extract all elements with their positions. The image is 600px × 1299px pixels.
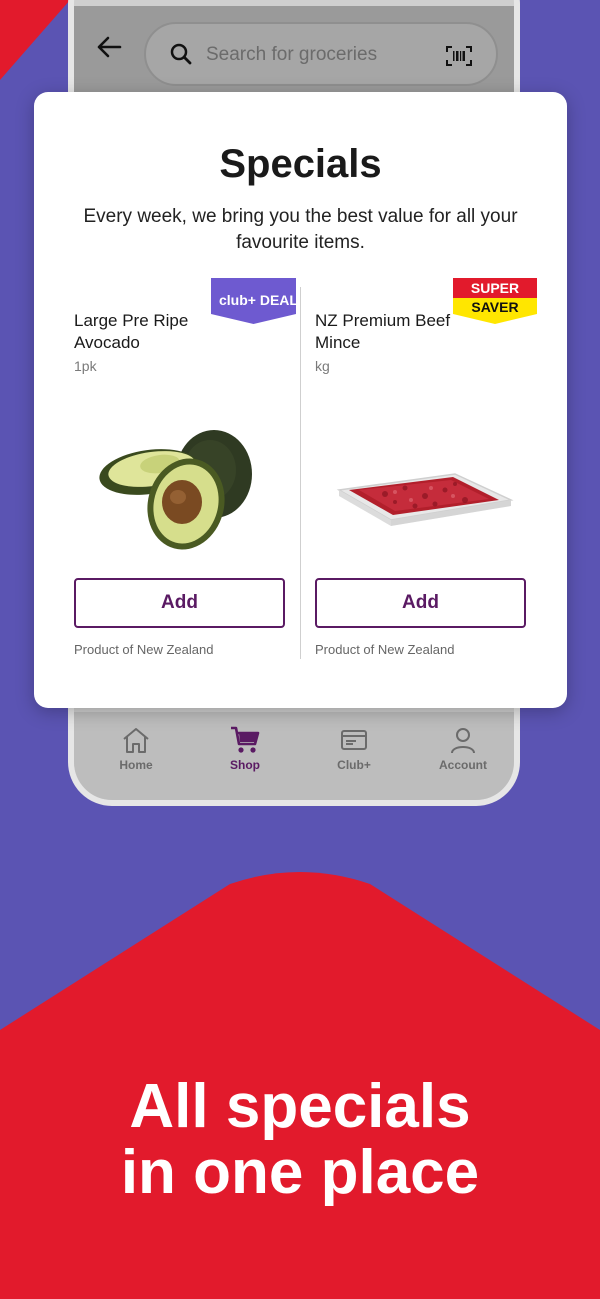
nav-home[interactable]: Home — [86, 726, 186, 772]
search-icon — [170, 43, 192, 70]
search-input[interactable]: Search for groceries — [144, 22, 498, 86]
club-deal-badge-text: club+ DEAL — [219, 292, 296, 308]
person-icon — [451, 728, 475, 754]
barcode-scan-icon[interactable] — [446, 46, 472, 71]
product-name: Large Pre Ripe Avocado — [74, 311, 189, 352]
headline-line-2: in one place — [120, 1138, 480, 1207]
back-arrow-icon[interactable] — [96, 36, 124, 58]
specials-card: Specials Every week, we bring you the be… — [34, 92, 567, 708]
super-saver-badge: SUPER SAVER — [453, 278, 537, 324]
corner-accent — [0, 0, 70, 80]
nav-home-label: Home — [119, 758, 153, 772]
product-name: NZ Premium Beef Mince — [315, 311, 451, 352]
super-saver-top-text: SUPER — [471, 280, 519, 296]
marketing-headline: All specials in one place — [0, 1074, 600, 1206]
product-divider — [300, 287, 301, 659]
super-saver-bottom-text: SAVER — [471, 299, 518, 315]
nav-shop-label: Shop — [230, 758, 260, 772]
beef-mince-image — [335, 422, 514, 552]
search-placeholder: Search for groceries — [206, 44, 378, 65]
bottom-nav: Home Shop Club+ Account — [74, 712, 514, 800]
product-unit: kg — [315, 358, 330, 374]
product-origin: Product of New Zealand — [74, 642, 214, 657]
nav-shop[interactable]: Shop — [195, 726, 295, 772]
cart-icon — [231, 726, 260, 753]
nav-club[interactable]: Club+ — [304, 726, 404, 772]
avocado-image — [94, 422, 264, 552]
nav-club-label: Club+ — [337, 758, 371, 772]
nav-account[interactable]: Account — [413, 726, 513, 772]
card-title: Specials — [219, 142, 382, 186]
club-deal-badge: club+ DEAL — [211, 278, 298, 324]
nav-account-label: Account — [439, 758, 487, 772]
card-icon — [341, 730, 367, 750]
card-subtitle: Every week, we bring you the best value … — [83, 206, 518, 253]
product-unit: 1pk — [74, 358, 97, 374]
home-icon — [123, 728, 149, 753]
add-button[interactable]: Add — [315, 578, 526, 628]
headline-line-1: All specials — [129, 1072, 471, 1141]
product-origin: Product of New Zealand — [315, 642, 455, 657]
add-button[interactable]: Add — [74, 578, 285, 628]
